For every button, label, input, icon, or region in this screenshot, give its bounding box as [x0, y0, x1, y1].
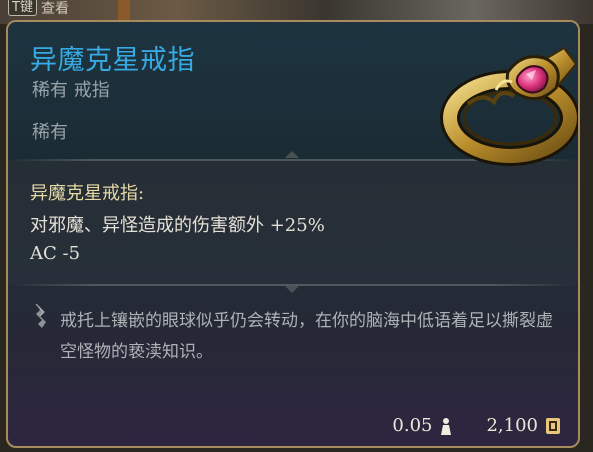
divider-notch: [285, 151, 299, 158]
effect-title: 异魔克星戒指:: [30, 183, 145, 204]
hotkey-key: T键: [8, 0, 37, 16]
item-value: 2,100: [486, 415, 538, 436]
hotkey-label: 查看: [40, 1, 69, 17]
item-lore: 戒托上镶嵌的眼球似乎仍会转动，在你的脑海中低语着足以撕裂虚空怪物的亵渎知识。: [8, 286, 578, 386]
ring-item-icon: [440, 46, 578, 166]
item-rarity: 稀有: [32, 122, 68, 143]
lore-text: 戒托上镶嵌的眼球似乎仍会转动，在你的脑海中低语着足以撕裂虚空怪物的亵渎知识。: [60, 311, 553, 362]
effect-damage-bonus: 对邪魔、异怪造成的伤害额外 +25%: [30, 215, 325, 236]
inspect-hotkey-hint: T键 查看: [8, 0, 69, 17]
weight-icon: [441, 417, 452, 435]
item-tooltip: 异魔克星戒指 稀有 戒指 稀有 异魔克星戒指: 对邪魔、异怪造成的伤害额外 +2…: [6, 20, 580, 448]
effect-armor-class: AC -5: [30, 243, 81, 264]
item-footer: 0.05 2,100: [392, 415, 562, 436]
item-name: 异魔克星戒指: [30, 45, 195, 76]
item-weight: 0.05: [392, 415, 433, 436]
quill-icon: [35, 303, 46, 328]
gold-coin-icon: [546, 417, 560, 434]
item-effects: 异魔克星戒指: 对邪魔、异怪造成的伤害额外 +25% AC -5: [8, 161, 578, 284]
item-type: 稀有 戒指: [32, 80, 110, 101]
